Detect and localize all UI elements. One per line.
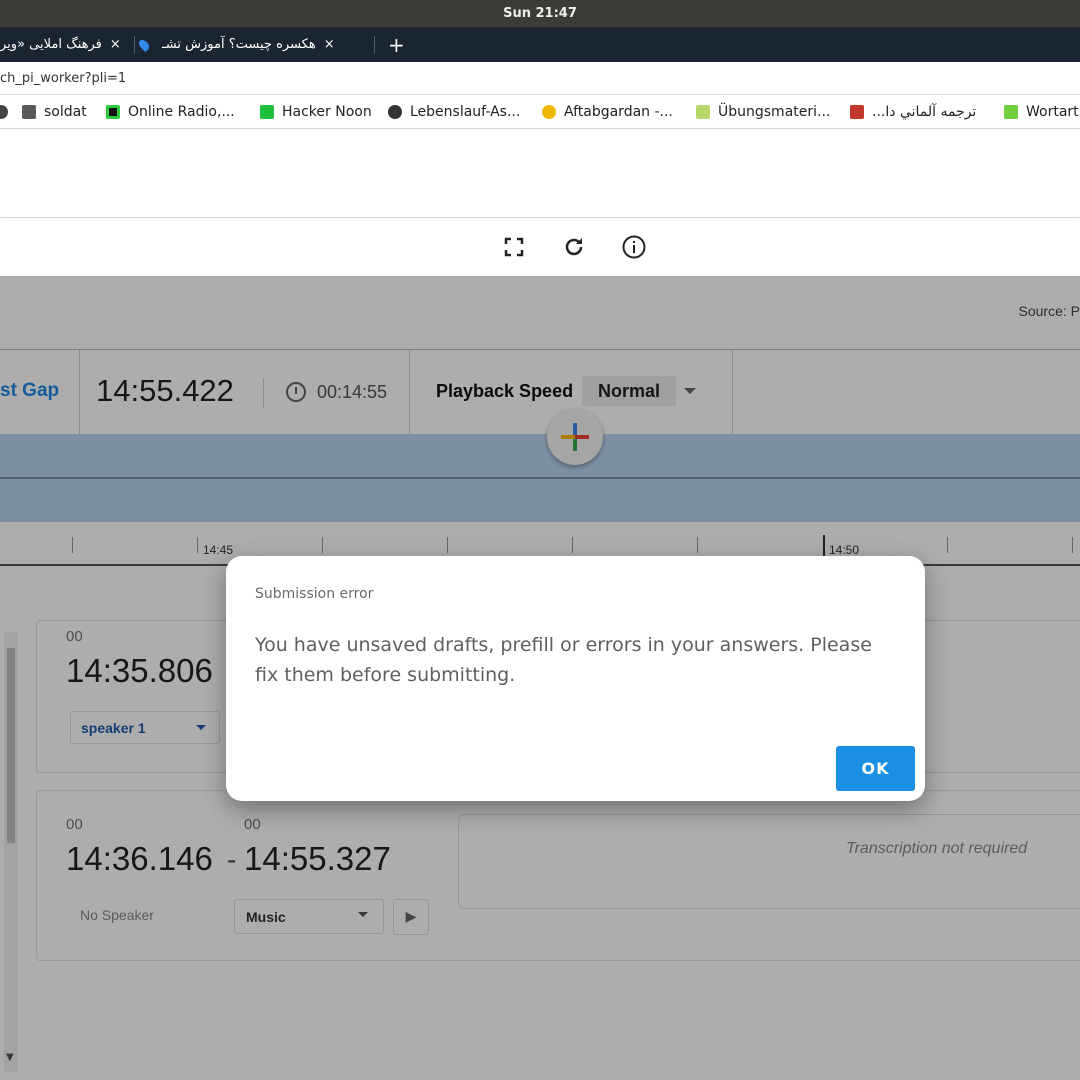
tab-separator: [134, 36, 135, 54]
url-text: ch_pi_worker?pli=1: [0, 70, 127, 86]
sunflower-icon: [542, 105, 556, 119]
globe-icon: [0, 105, 8, 119]
bookmark-overflow[interactable]: [0, 95, 16, 129]
submission-error-dialog: Submission error You have unsaved drafts…: [226, 556, 925, 801]
bookmark-aftabgardan[interactable]: Aftabgardan -...: [542, 95, 673, 129]
browser-tab-2[interactable]: هکسره چیست؟ آموزش تشـ ×: [136, 27, 370, 62]
bookmark-translate[interactable]: ترجمه آلماني دا...: [850, 95, 976, 129]
dialog-title: Submission error: [255, 586, 374, 602]
bookmark-label: Lebenslauf-As...: [410, 104, 521, 120]
tab-close-icon[interactable]: ×: [110, 37, 121, 52]
browser-tab-1[interactable]: فرهنگ املایی «ویر ×: [0, 27, 130, 62]
info-icon[interactable]: [621, 234, 647, 260]
fullscreen-icon[interactable]: [501, 234, 527, 260]
bookmark-online-radio[interactable]: Online Radio,...: [106, 95, 235, 129]
tab-title: فرهنگ املایی «ویر: [0, 37, 102, 52]
new-tab-button[interactable]: +: [388, 27, 405, 62]
ok-button[interactable]: OK: [836, 746, 915, 791]
tag-icon: [1004, 105, 1018, 119]
bookmark-lebenslauf[interactable]: Lebenslauf-As...: [388, 95, 520, 129]
page-header-area: [0, 129, 1080, 217]
tab-title: هکسره چیست؟ آموزش تشـ: [162, 37, 316, 52]
address-bar[interactable]: ch_pi_worker?pli=1: [0, 62, 1080, 95]
bookmark-label: Aftabgardan -...: [564, 104, 673, 120]
hackernoon-icon: [260, 105, 274, 119]
os-top-bar: Sun 21:47: [0, 0, 1080, 27]
sheet-icon: [696, 105, 710, 119]
bookmark-label: Wortart: [1026, 104, 1079, 120]
globe-icon: [388, 105, 402, 119]
reload-icon[interactable]: [561, 234, 587, 260]
dialog-message: You have unsaved drafts, prefill or erro…: [255, 634, 872, 686]
bookmark-label: Online Radio,...: [128, 104, 235, 120]
bookmark-label: Hacker Noon: [282, 104, 372, 120]
bookmark-uebungsmaterial[interactable]: Übungsmateri...: [696, 95, 830, 129]
system-clock[interactable]: Sun 21:47: [503, 6, 577, 21]
translate-icon: [850, 105, 864, 119]
tab-separator: [374, 36, 375, 54]
toolbar-row: [0, 218, 1080, 276]
folder-icon: [22, 105, 36, 119]
radio-icon: [106, 105, 120, 119]
bookmark-hacker-noon[interactable]: Hacker Noon: [260, 95, 372, 129]
bookmark-label: ترجمه آلماني دا...: [872, 104, 977, 120]
drop-favicon-icon: [136, 37, 152, 52]
tab-close-icon[interactable]: ×: [324, 37, 335, 52]
bookmark-label: soldat: [44, 104, 87, 120]
bookmark-label: Übungsmateri...: [718, 104, 831, 120]
bookmark-wortart[interactable]: Wortart: [1004, 95, 1079, 129]
bookmarks-bar: soldat Online Radio,... Hacker Noon Lebe…: [0, 95, 1080, 129]
tab-strip: فرهنگ املایی «ویر × هکسره چیست؟ آموزش تش…: [0, 27, 1080, 62]
bookmark-soldat[interactable]: soldat: [22, 95, 87, 129]
